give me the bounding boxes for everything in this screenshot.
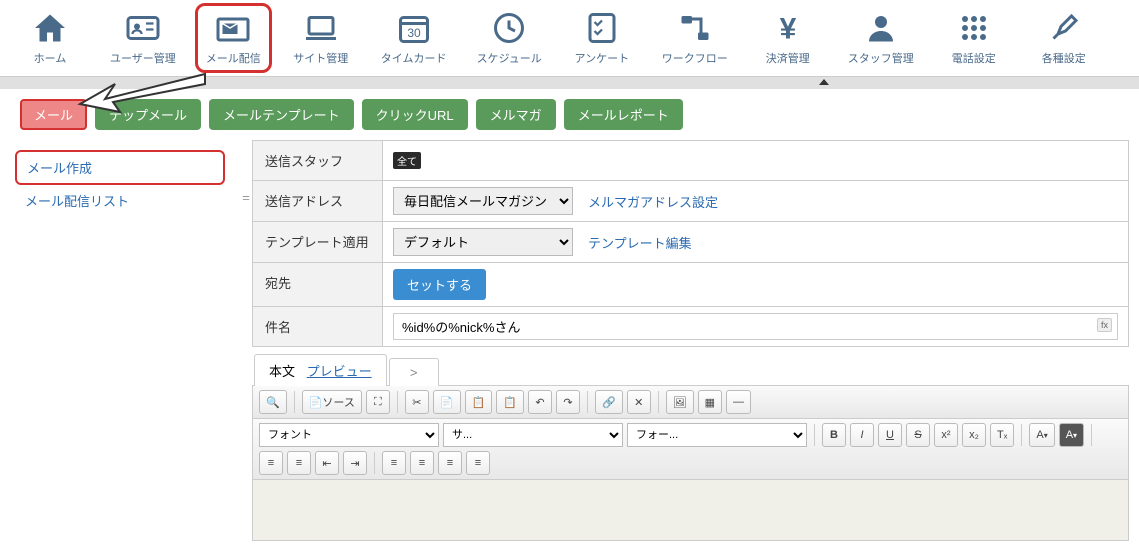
tb-align-right-button[interactable]: ≡	[438, 451, 462, 475]
tb-indent-button[interactable]: ⇥	[343, 451, 367, 475]
tb-paste-plain-button[interactable]: 📋	[496, 390, 524, 414]
laptop-icon	[303, 10, 339, 46]
sender-address-select[interactable]: 毎日配信メールマガジン	[393, 187, 573, 215]
yen-icon: ¥	[770, 10, 806, 46]
tb-table-button[interactable]: ▦	[698, 390, 722, 414]
tb-italic-button[interactable]: I	[850, 423, 874, 447]
tab-body[interactable]: 本文 プレビュー	[254, 354, 387, 386]
link-magazine-address-setting[interactable]: メルマガアドレス設定	[588, 192, 718, 211]
tab-mail[interactable]: メール	[20, 99, 87, 130]
tb-size-select[interactable]: サ...	[443, 423, 623, 447]
editor-toolbar-row-2: フォント サ... フォー... B I U S x² x₂ Tₓ A▾ A▾ …	[253, 419, 1128, 480]
svg-text:¥: ¥	[779, 13, 796, 46]
editor-body[interactable]	[253, 480, 1128, 540]
svg-text:30: 30	[407, 26, 421, 40]
home-icon	[32, 10, 68, 46]
tab-mail-magazine[interactable]: メルマガ	[476, 99, 556, 130]
nav-settings[interactable]: 各種設定	[1034, 10, 1094, 66]
position-marker-icon	[819, 79, 829, 85]
tb-superscript-button[interactable]: x²	[934, 423, 958, 447]
tb-paste-button[interactable]: 📋	[465, 390, 493, 414]
tab-preview-link[interactable]: プレビュー	[307, 364, 372, 379]
tb-source-button[interactable]: 📄 ソース	[302, 390, 362, 414]
editor-toolbar-row-1: 🔍 📄 ソース ⛶ ✂ 📄 📋 📋 ↶ ↷ 🔗 ✕ 🖼 ▦ —	[253, 386, 1128, 419]
sidebar-item-compose[interactable]: メール作成	[15, 150, 225, 185]
label-sender-address: 送信アドレス	[253, 181, 383, 221]
body-tabstrip: 本文 プレビュー >	[252, 353, 1129, 386]
tb-align-center-button[interactable]: ≡	[410, 451, 434, 475]
tb-font-select[interactable]: フォント	[259, 423, 439, 447]
tab-raw[interactable]: >	[389, 358, 439, 386]
tb-align-justify-button[interactable]: ≡	[466, 451, 490, 475]
tb-search-button[interactable]: 🔍	[259, 390, 287, 414]
tb-maximize-button[interactable]: ⛶	[366, 390, 390, 414]
sidebar-item-delivery-list[interactable]: メール配信リスト	[15, 185, 225, 216]
tb-unordered-list-button[interactable]: ≡	[287, 451, 311, 475]
tb-bold-button[interactable]: B	[822, 423, 846, 447]
tb-bg-color-button[interactable]: A▾	[1059, 423, 1084, 447]
nav-workflow[interactable]: ワークフロー	[662, 10, 728, 66]
clock-icon	[491, 10, 527, 46]
tb-link-button[interactable]: 🔗	[595, 390, 623, 414]
tb-align-left-button[interactable]: ≡	[382, 451, 406, 475]
link-template-edit[interactable]: テンプレート編集	[588, 233, 692, 252]
sender-staff-value: 全て	[393, 152, 421, 169]
subject-input[interactable]	[393, 313, 1118, 340]
checklist-icon	[584, 10, 620, 46]
tab-step-mail[interactable]: テップメール	[95, 99, 201, 130]
editor: 🔍 📄 ソース ⛶ ✂ 📄 📋 📋 ↶ ↷ 🔗 ✕ 🖼 ▦ —	[252, 386, 1129, 541]
tb-text-color-button[interactable]: A▾	[1029, 423, 1054, 447]
tb-format-select[interactable]: フォー...	[627, 423, 807, 447]
template-select[interactable]: デフォルト	[393, 228, 573, 256]
tab-mail-template[interactable]: メールテンプレート	[209, 99, 354, 130]
set-recipients-button[interactable]: セットする	[393, 269, 486, 300]
nav-survey[interactable]: アンケート	[572, 10, 632, 66]
tb-redo-button[interactable]: ↷	[556, 390, 580, 414]
tb-ordered-list-button[interactable]: ≡	[259, 451, 283, 475]
nav-mail-delivery[interactable]: メール配信	[195, 3, 272, 73]
tb-underline-button[interactable]: U	[878, 423, 902, 447]
divider-bar	[0, 77, 1139, 89]
tb-copy-button[interactable]: 📄	[433, 390, 461, 414]
sidebar: メール作成 メール配信リスト	[0, 140, 240, 551]
flow-icon	[677, 10, 713, 46]
tab-click-url[interactable]: クリックURL	[362, 99, 468, 130]
tb-undo-button[interactable]: ↶	[528, 390, 552, 414]
nav-staff[interactable]: スタッフ管理	[848, 10, 914, 66]
mail-delivery-icon	[215, 10, 251, 46]
label-recipients: 宛先	[253, 263, 383, 306]
tb-strike-button[interactable]: S	[906, 423, 930, 447]
nav-home[interactable]: ホーム	[20, 10, 80, 66]
resize-handle[interactable]: =	[240, 140, 252, 551]
dialpad-icon	[956, 10, 992, 46]
label-subject: 件名	[253, 307, 383, 346]
label-template: テンプレート適用	[253, 222, 383, 262]
nav-timecard[interactable]: 30 タイムカード	[381, 10, 447, 66]
tb-hr-button[interactable]: —	[726, 390, 751, 414]
nav-phone[interactable]: 電話設定	[944, 10, 1004, 66]
content-area: 送信スタッフ 全て 送信アドレス 毎日配信メールマガジン メルマガアドレス設定 …	[252, 140, 1139, 551]
top-navigation: ホーム ユーザー管理 メール配信 サイト管理 30 タイムカード スケジュール …	[0, 0, 1139, 77]
nav-schedule[interactable]: スケジュール	[477, 10, 542, 66]
tb-remove-format-button[interactable]: Tₓ	[990, 423, 1014, 447]
calendar-icon: 30	[396, 10, 432, 46]
nav-user-mgmt[interactable]: ユーザー管理	[110, 10, 176, 66]
nav-payment[interactable]: ¥ 決済管理	[758, 10, 818, 66]
tb-outdent-button[interactable]: ⇤	[315, 451, 339, 475]
tb-subscript-button[interactable]: x₂	[962, 423, 986, 447]
sub-tab-row: メール テップメール メールテンプレート クリックURL メルマガ メールレポー…	[0, 89, 1139, 140]
person-icon	[863, 10, 899, 46]
tb-unlink-button[interactable]: ✕	[627, 390, 651, 414]
idcard-icon	[125, 10, 161, 46]
tb-image-button[interactable]: 🖼	[666, 390, 694, 414]
nav-site-mgmt[interactable]: サイト管理	[291, 10, 351, 66]
tab-mail-report[interactable]: メールレポート	[564, 99, 683, 130]
label-sender-staff: 送信スタッフ	[253, 141, 383, 180]
tools-icon	[1046, 10, 1082, 46]
fx-badge[interactable]: fx	[1097, 318, 1112, 332]
tb-cut-button[interactable]: ✂	[405, 390, 429, 414]
